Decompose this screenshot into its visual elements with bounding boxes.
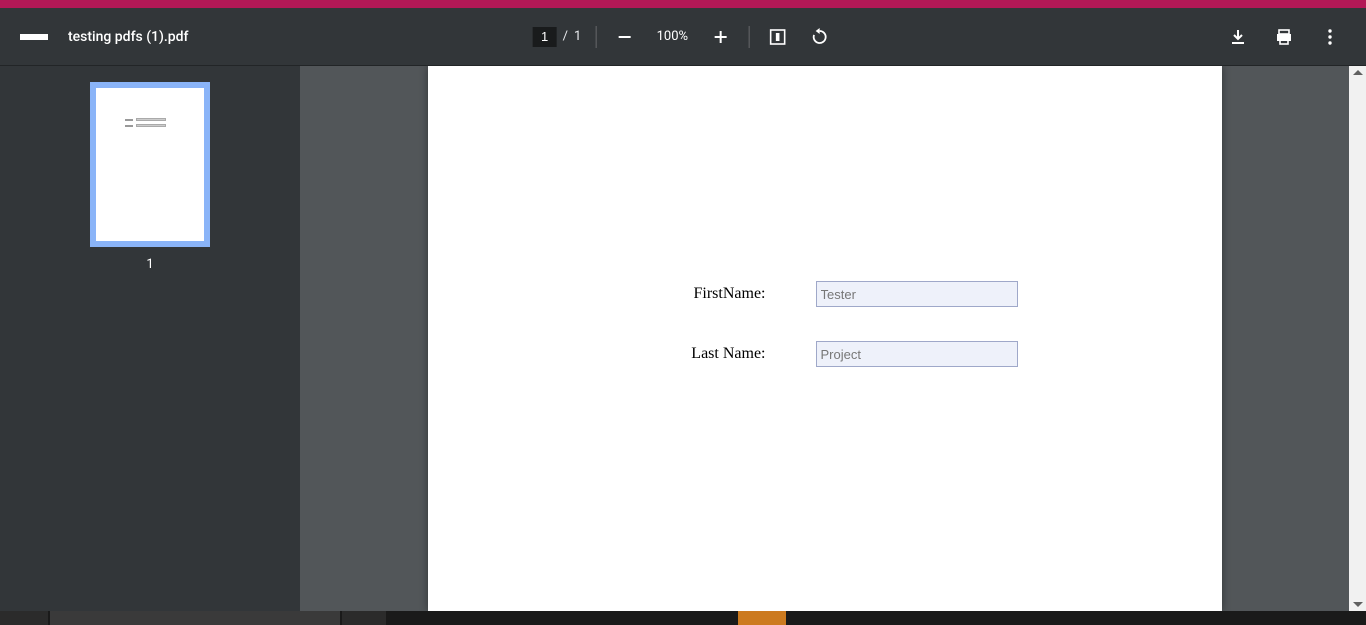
toolbar-left: testing pdfs (1).pdf (0, 23, 188, 51)
zoom-out-icon[interactable] (610, 23, 638, 51)
toolbar-right (1224, 23, 1366, 51)
taskbar-start[interactable] (0, 611, 48, 625)
taskbar-app-active[interactable] (738, 611, 786, 625)
pdf-toolbar: testing pdfs (1).pdf / 1 100% (0, 8, 1366, 66)
pdf-page: FirstName: Last Name: (428, 66, 1222, 611)
page-viewport[interactable]: FirstName: Last Name: (300, 66, 1349, 611)
vertical-scrollbar[interactable] (1349, 66, 1366, 611)
form-row-firstname: FirstName: (688, 281, 1018, 307)
more-icon[interactable] (1316, 23, 1344, 51)
lastname-label: Last Name: (691, 345, 765, 363)
zoom-level: 100% (652, 29, 692, 44)
page-total: 1 (574, 29, 581, 44)
download-icon[interactable] (1224, 23, 1252, 51)
page-indicator: / 1 (533, 27, 582, 47)
rotate-icon[interactable] (805, 23, 833, 51)
taskbar-taskview[interactable] (342, 611, 386, 625)
toolbar-center: / 1 100% (533, 23, 834, 51)
form-region: FirstName: Last Name: (688, 281, 1018, 401)
scroll-down-icon[interactable] (1353, 602, 1363, 607)
firstname-input[interactable] (816, 281, 1018, 307)
thumbnail-item[interactable]: 1 (90, 82, 210, 272)
toolbar-divider (595, 26, 596, 48)
zoom-in-icon[interactable] (706, 23, 734, 51)
toolbar-divider (748, 26, 749, 48)
thumbnail-preview[interactable] (90, 82, 210, 247)
page-current-input[interactable] (533, 27, 557, 47)
firstname-label: FirstName: (694, 285, 766, 303)
thumbnail-number: 1 (146, 257, 153, 272)
page-separator: / (563, 29, 568, 44)
lastname-input[interactable] (816, 341, 1018, 367)
form-row-lastname: Last Name: (688, 341, 1018, 367)
fit-to-page-icon[interactable] (763, 23, 791, 51)
os-taskbar (0, 611, 1366, 625)
menu-icon[interactable] (20, 23, 48, 51)
thumbnail-sidebar: 1 (0, 66, 300, 611)
print-icon[interactable] (1270, 23, 1298, 51)
taskbar-search[interactable] (50, 611, 340, 625)
scroll-up-icon[interactable] (1353, 70, 1363, 75)
accent-bar (0, 0, 1366, 8)
file-name: testing pdfs (1).pdf (68, 29, 188, 45)
workspace: 1 FirstName: Last Name: (0, 66, 1366, 611)
